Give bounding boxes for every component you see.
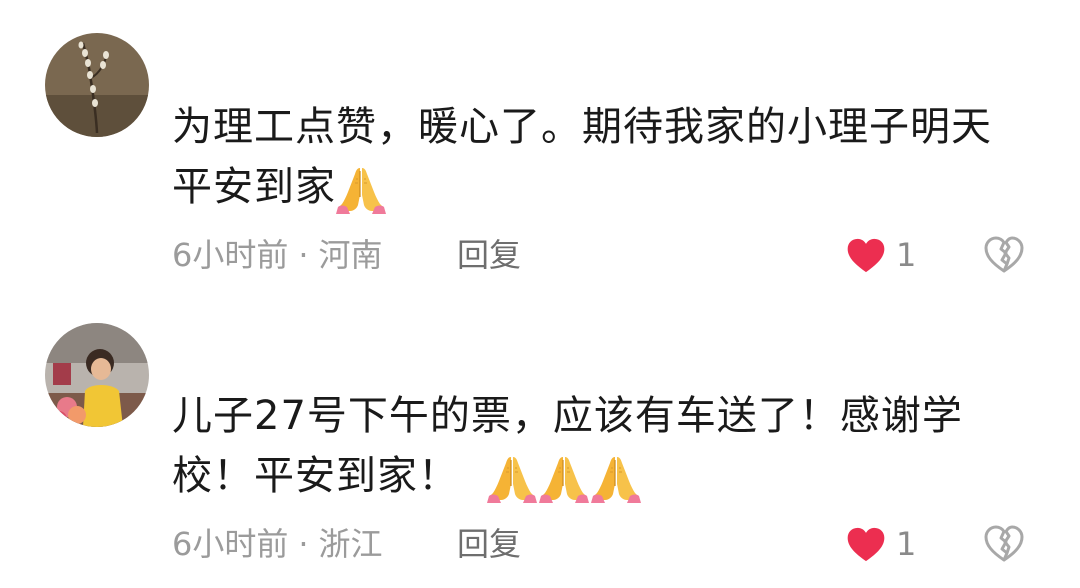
comment-location: 浙江 [318,525,383,563]
like-count: 1 [896,525,917,563]
comment-location: 河南 [318,236,383,274]
folded-hands-icon [539,454,589,504]
folded-hands-icon [487,454,537,504]
broken-heart-icon [984,525,1024,563]
emoji-group [487,454,643,514]
comment-meta: 6小时前 · 河南 [172,235,383,275]
emoji-group [336,165,388,225]
avatar[interactable] [45,33,149,137]
comment-text: 儿子27号下午的票，应该有车送了！感谢学校！平安到家！ [172,386,1032,514]
heart-icon [846,526,886,563]
comment-body: 为理工点赞，暖心了。期待我家的小理子明天平安到家 [172,104,992,210]
folded-hands-icon [591,454,641,504]
heart-icon [846,237,886,274]
like-count: 1 [896,236,917,274]
like-button[interactable]: 1 [846,522,916,566]
folded-hands-icon [336,165,386,215]
avatar[interactable] [45,323,149,427]
meta-separator: · [298,236,309,274]
comment-time: 6小时前 [172,236,289,274]
reply-button[interactable]: 回复 [457,235,521,275]
dislike-button[interactable] [984,236,1024,276]
comment-time: 6小时前 [172,525,289,563]
dislike-button[interactable] [984,525,1024,565]
comment-meta: 6小时前 · 浙江 [172,524,383,564]
like-button[interactable]: 1 [846,233,916,277]
broken-heart-icon [984,236,1024,274]
comment-text: 为理工点赞，暖心了。期待我家的小理子明天平安到家 [172,97,1032,225]
meta-separator: · [298,525,309,563]
reply-button[interactable]: 回复 [457,524,521,564]
